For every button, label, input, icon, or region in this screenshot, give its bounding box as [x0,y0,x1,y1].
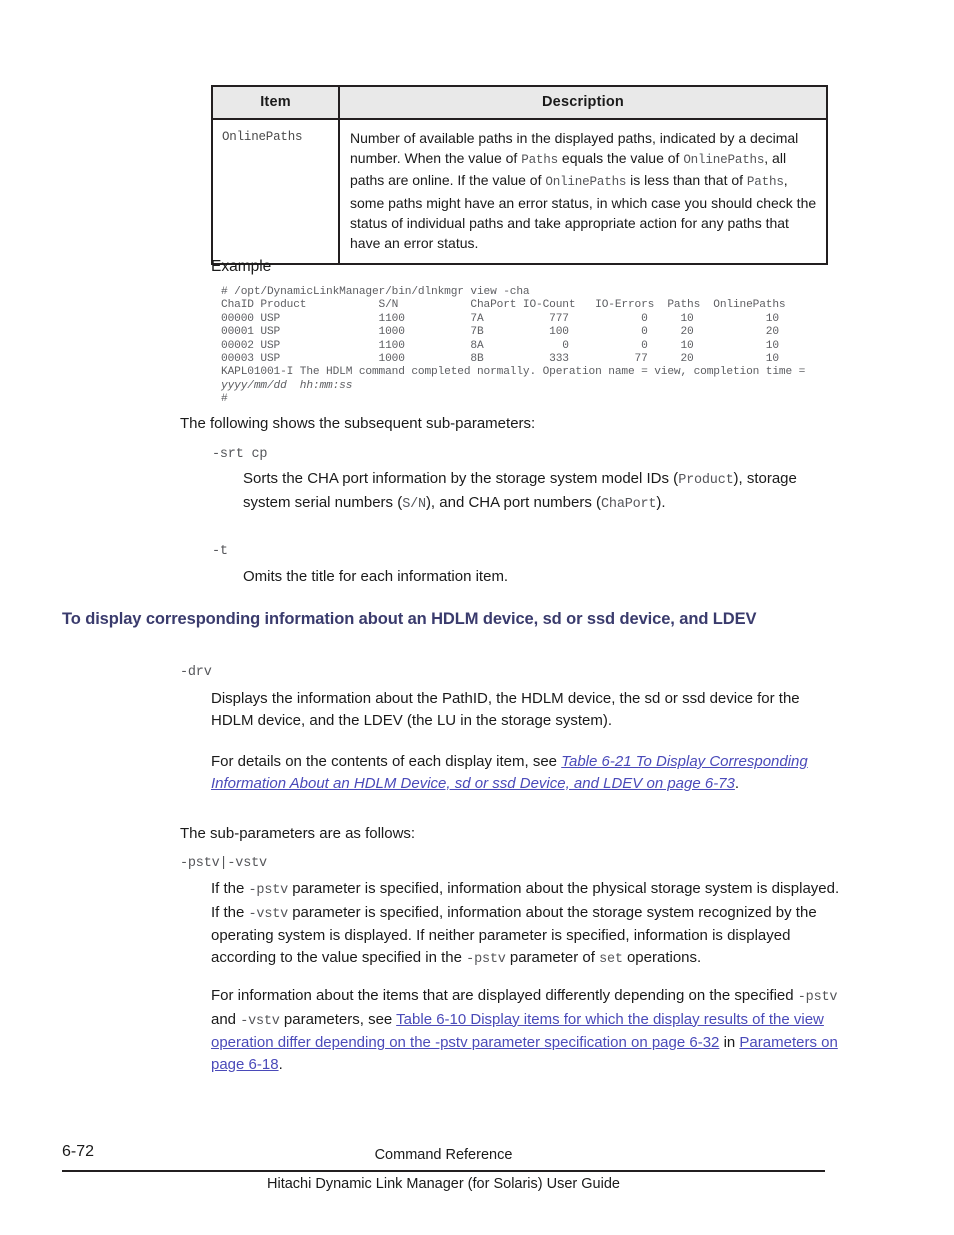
inline-code: -vstv [240,1013,280,1029]
text-run: . [278,1055,283,1073]
text-run: For information about the items that are… [211,987,798,1004]
table-cell-item: OnlinePaths [211,117,340,266]
footer-chapter-title: Command Reference [374,1147,513,1163]
table-cell-description: Number of available paths in the display… [338,117,828,266]
term-srt-cp: -srt cp [212,447,268,462]
table-header-description: Description [338,85,828,120]
code-line: KAPL01001-I The HDLM command completed n… [221,366,806,379]
inline-code: ChaPort [601,496,657,512]
text-run: . [734,774,740,792]
text-run: operations. [622,948,702,966]
inline-code: -pstv [466,951,506,967]
term-drv: -drv [180,665,212,680]
term-pstv-vstv: -pstv|-vstv [180,856,267,871]
example-label: Example [211,258,272,275]
term-t: -t [212,544,228,559]
text-run: ). [656,493,666,511]
definition-pstv-vstv: If the -pstv parameter is specified, inf… [211,878,845,970]
item-description-table: Item Description OnlinePaths Number of a… [211,85,828,266]
code-line: 00002 USP 1100 8A 0 0 10 10 [221,339,779,352]
code-line: # /opt/DynamicLinkManager/bin/dlnkmgr vi… [221,286,530,298]
inline-code: OnlinePaths [545,175,627,190]
text-run: Sorts the CHA port information by the st… [243,470,679,487]
paragraph-following-intro: The following shows the subsequent sub-p… [180,415,536,432]
inline-code: -pstv [797,990,838,1005]
text-run: in [719,1034,740,1051]
table-header-row: Item Description [211,85,828,120]
document-page: Item Description OnlinePaths Number of a… [0,0,954,1235]
text-run: equals the value of [558,150,684,167]
inline-code: -vstv [248,906,289,922]
inline-code: OnlinePaths [683,153,765,168]
inline-code: Paths [521,153,559,168]
code-line: 00001 USP 1000 7B 100 0 20 20 [221,326,779,339]
code-line-italic: yyyy/mm/dd hh:mm:ss [221,379,353,392]
text-run: ), and CHA port numbers ( [425,493,602,511]
text-run: is less than that of [626,172,747,189]
code-line: 00003 USP 1000 8B 333 77 20 10 [221,353,779,366]
table-row: OnlinePaths Number of available paths in… [211,117,828,266]
text-run: For details on the contents of each disp… [211,753,562,770]
definition-pstv-reference: For information about the items that are… [211,985,851,1075]
definition-drv-reference: For details on the contents of each disp… [211,751,841,794]
paragraph-subparameters-intro: The sub-parameters are as follows: [180,825,416,842]
text-run: If the [211,880,249,897]
text-run: and [211,1010,241,1028]
command-output-sample: # /opt/DynamicLinkManager/bin/dlnkmgr vi… [221,286,841,407]
inline-code: S/N [402,496,426,512]
code-lines: # /opt/DynamicLinkManager/bin/dlnkmgr vi… [221,286,805,405]
code-line: ChaID Product S/N ChaPort IO-Count IO-Er… [221,299,786,312]
inline-code: set [599,951,623,967]
text-run: parameter of [505,948,600,966]
table-header-item: Item [211,85,340,120]
definition-srt-cp: Sorts the CHA port information by the st… [243,468,843,515]
inline-code: -pstv [248,883,289,898]
code-line-prompt: # [221,393,228,406]
section-heading: To display corresponding information abo… [62,610,757,628]
text-run: parameters, see [279,1010,397,1028]
footer-guide-title: Hitachi Dynamic Link Manager (for Solari… [267,1176,620,1192]
inline-code: Product [678,473,734,488]
code-line: 00000 USP 1100 7A 777 0 10 10 [221,312,779,325]
definition-drv: Displays the information about the PathI… [211,690,800,729]
inline-code: Paths [746,175,784,190]
definition-t: Omits the title for each information ite… [243,568,509,585]
